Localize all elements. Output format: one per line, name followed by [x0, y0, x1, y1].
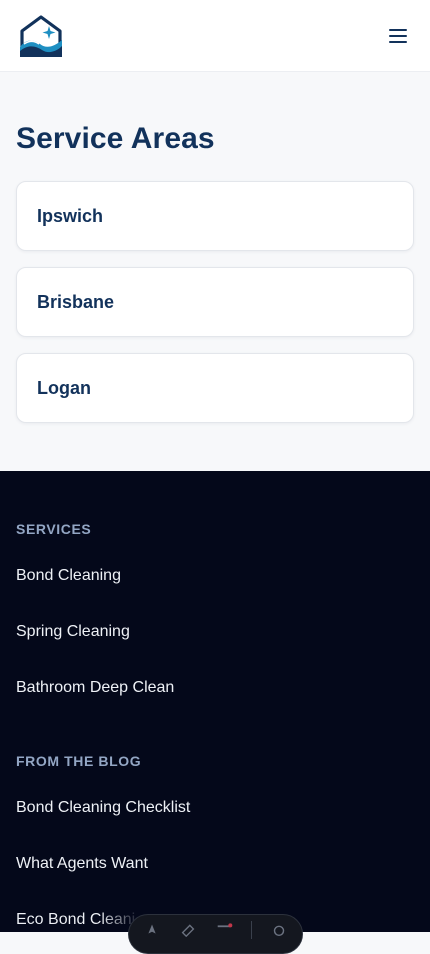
- settings-icon[interactable]: [270, 921, 288, 937]
- area-card-brisbane[interactable]: Brisbane: [16, 267, 414, 337]
- footer-link-what-agents-want[interactable]: What Agents Want: [16, 855, 148, 873]
- area-card-label: Brisbane: [37, 291, 115, 312]
- area-card-label: Ipswich: [37, 205, 104, 226]
- footer-link-bond-cleaning-checklist[interactable]: Bond Cleaning Checklist: [16, 799, 190, 817]
- footer-link-bond-cleaning[interactable]: Bond Cleaning: [16, 567, 121, 585]
- area-card-label: Logan: [37, 377, 91, 398]
- site-footer: SERVICES Bond Cleaning Spring Cleaning B…: [0, 471, 430, 932]
- inspect-icon[interactable]: [143, 921, 161, 937]
- list-icon[interactable]: [215, 921, 233, 937]
- ruler-icon[interactable]: [179, 921, 197, 937]
- area-card-ipswich[interactable]: Ipswich: [16, 181, 414, 251]
- hamburger-menu-icon: [389, 28, 407, 43]
- area-card-logan[interactable]: Logan: [16, 353, 414, 423]
- menu-button[interactable]: [384, 22, 412, 50]
- footer-link-spring-cleaning[interactable]: Spring Cleaning: [16, 623, 130, 641]
- house-wave-logo-icon[interactable]: [16, 13, 66, 59]
- footer-link-eco-bond-cleaning[interactable]: Eco Bond Cleani: [16, 911, 135, 929]
- footer-blog-heading: FROM THE BLOG: [16, 753, 142, 769]
- service-areas-section: Service Areas Ipswich Brisbane Logan: [0, 72, 430, 471]
- footer-link-bathroom-deep-clean[interactable]: Bathroom Deep Clean: [16, 679, 174, 697]
- footer-services-heading: SERVICES: [16, 521, 92, 537]
- site-header: [0, 0, 430, 72]
- floating-dev-toolbar: [128, 914, 303, 954]
- toolbar-divider: [251, 921, 252, 939]
- page-title: Service Areas: [16, 122, 215, 155]
